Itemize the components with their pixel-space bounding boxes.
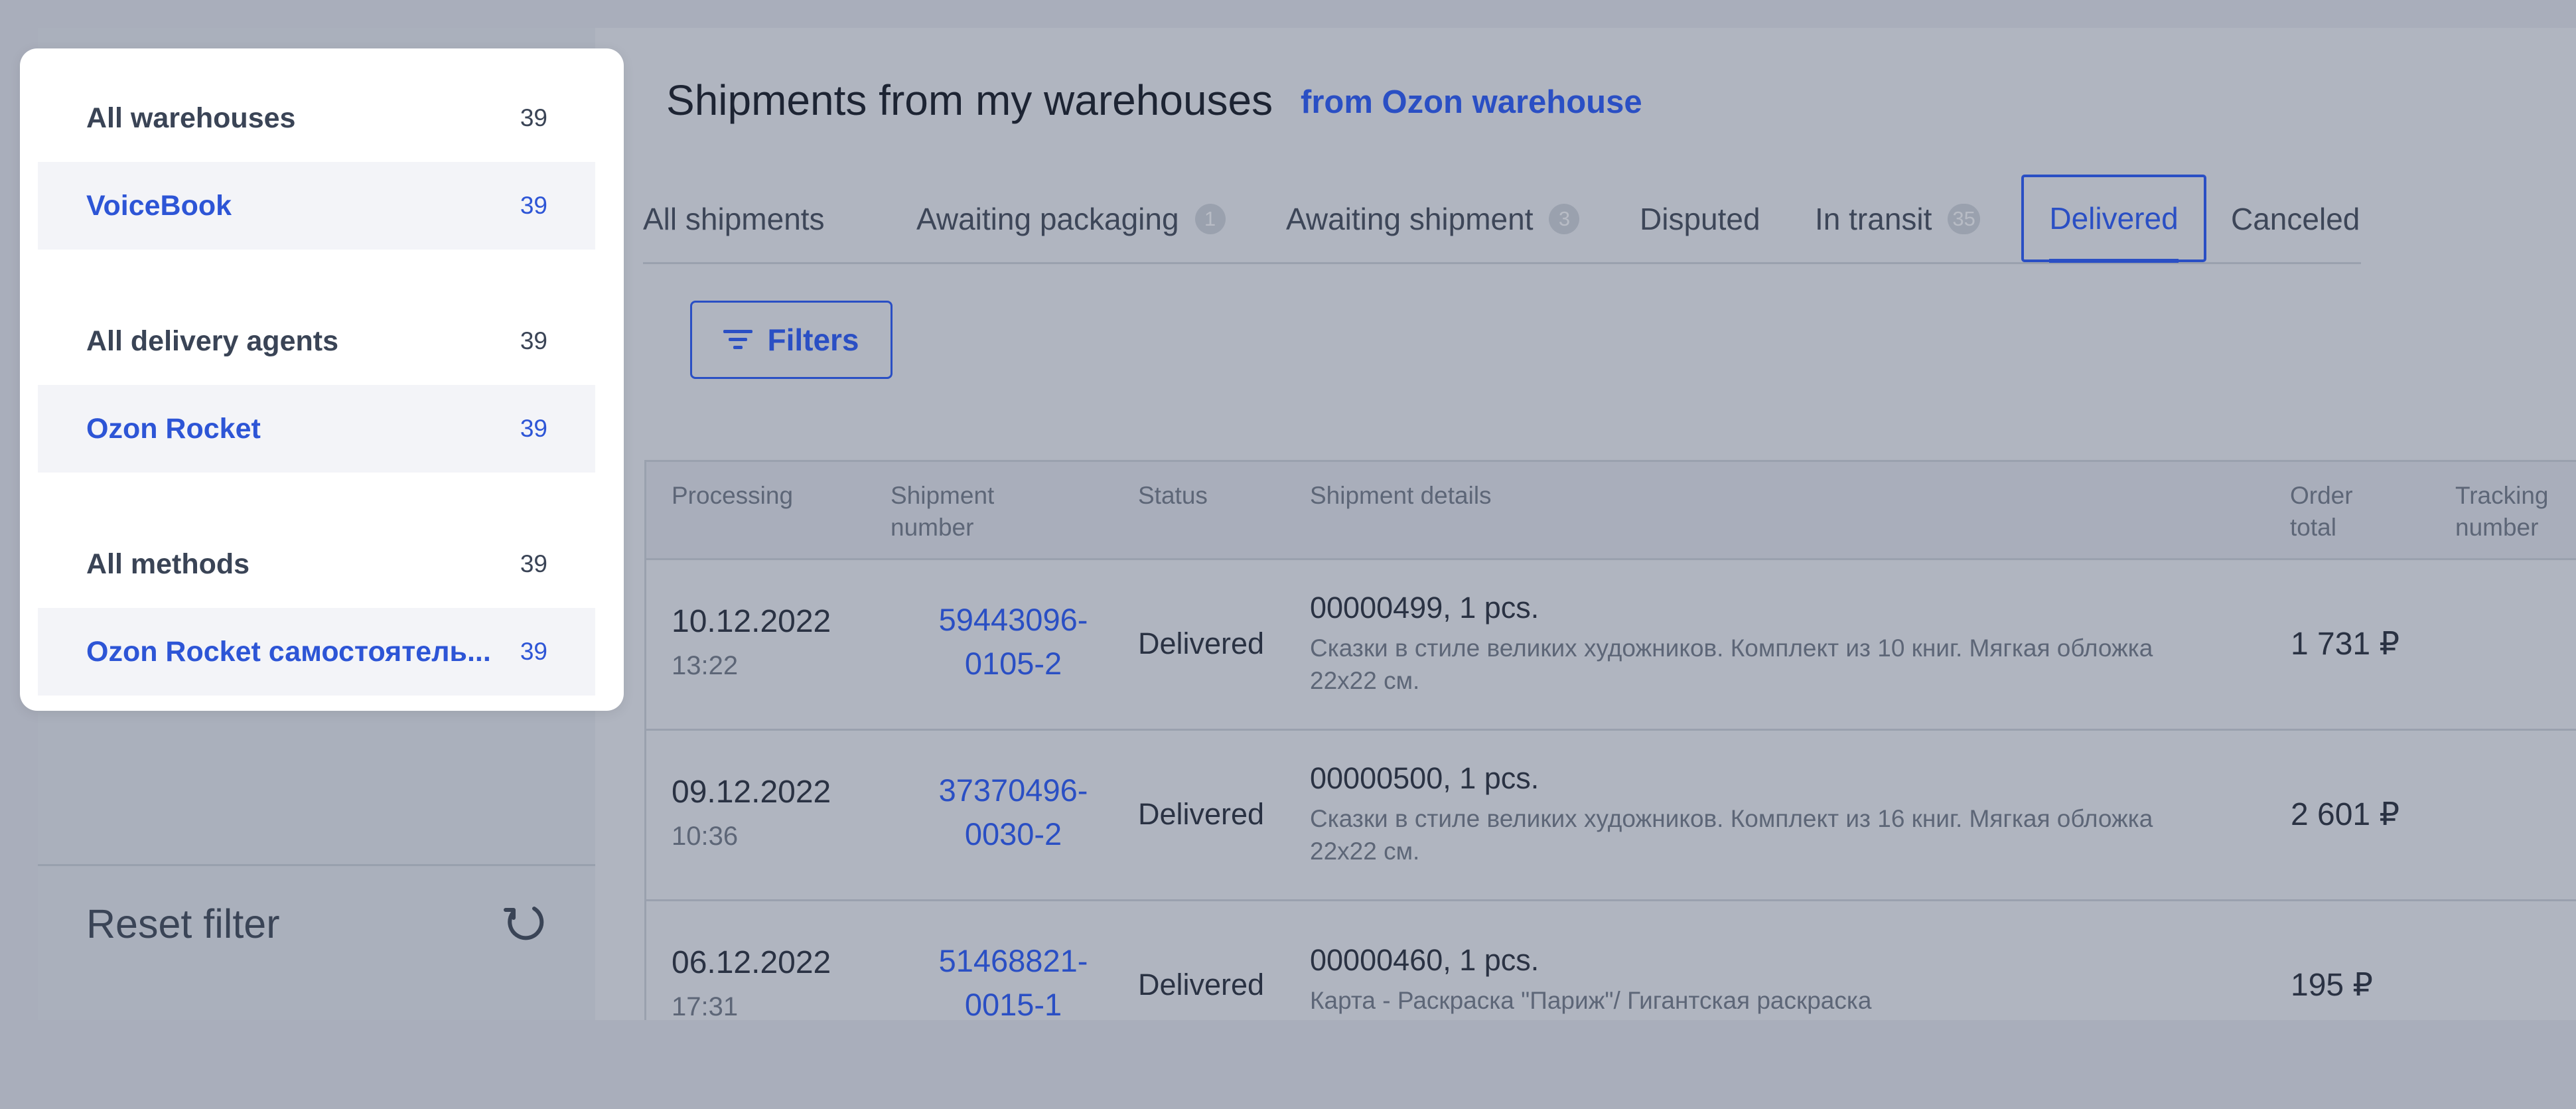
option-label: VoiceBook [86,189,232,222]
filters-button[interactable]: Filters [690,301,893,379]
status-text: Delivered [1138,968,1265,1001]
tab-delivered[interactable]: Delivered [2021,175,2206,263]
tab-all-shipments[interactable]: All shipments [643,176,825,262]
warehouse-filter-group: All warehouses 39 VoiceBook 39 [38,74,595,250]
tab-label: Disputed [1640,202,1760,236]
refresh-icon[interactable] [501,898,547,944]
column-header-tracking-number[interactable]: Tracking number [2455,480,2568,544]
processing-time: 13:22 [672,651,739,680]
option-count: 39 [520,550,547,577]
filter-lines-icon [723,330,753,349]
shipments-table: Processing Shipment number Status Shipme… [644,460,2576,1020]
tab-label: Awaiting shipment [1286,202,1534,236]
option-label: All warehouses [86,102,296,134]
count-badge: 35 [1948,204,1980,234]
detail-description: Сказки в стиле великих художников. Компл… [1310,805,2153,865]
option-count: 39 [520,638,547,665]
order-total: 1 731 ₽ [2291,627,2399,662]
table-row[interactable]: 06.12.2022 17:31 51468821-0015-1 Deliver… [646,901,2576,1020]
count-badge: 1 [1194,204,1226,234]
tab-in-transit[interactable]: In transit 35 [1815,176,1980,262]
filters-label: Filters [767,323,859,357]
shipment-number-link[interactable]: 37370496-0030-2 [930,769,1096,856]
filter-dropdown-card: All warehouses 39 VoiceBook 39 All deliv… [20,48,624,711]
option-count: 39 [520,415,547,442]
option-label: Ozon Rocket самостоятель... [86,635,491,668]
column-header-shipment-number[interactable]: Shipment number [891,480,1023,544]
option-count: 39 [520,104,547,131]
option-count: 39 [520,327,547,354]
shipment-number-link[interactable]: 59443096-0105-2 [930,598,1096,686]
bottom-strip [0,1020,2576,1109]
filter-option-ozon-rocket-self[interactable]: Ozon Rocket самостоятель... 39 [38,608,595,696]
status-text: Delivered [1138,797,1265,831]
ozon-warehouse-link[interactable]: from Ozon warehouse [1301,84,1642,121]
detail-description: Карта - Раскраска "Париж"/ Гигантская ра… [1310,987,1872,1014]
order-total: 195 ₽ [2291,968,2373,1003]
status-text: Delivered [1138,627,1265,660]
page-title: Shipments from my warehouses [666,76,1273,124]
processing-date: 06.12.2022 [672,945,831,980]
order-total: 2 601 ₽ [2291,797,2399,832]
table-row[interactable]: 09.12.2022 10:36 37370496-0030-2 Deliver… [646,731,2576,901]
column-header-shipment-details[interactable]: Shipment details [1310,480,1492,512]
filter-option-all-methods[interactable]: All methods 39 [38,520,595,608]
tab-label: Delivered [2049,201,2179,236]
count-badge: 3 [1549,204,1580,234]
detail-title: 00000499, 1 pcs. [1310,591,1539,625]
option-label: All delivery agents [86,325,338,357]
filter-option-ozon-rocket[interactable]: Ozon Rocket 39 [38,385,595,473]
column-header-processing[interactable]: Processing [672,480,793,512]
tab-awaiting-packaging[interactable]: Awaiting packaging 1 [916,176,1226,262]
detail-title: 00000500, 1 pcs. [1310,761,1539,795]
option-count: 39 [520,192,547,219]
processing-date: 10.12.2022 [672,604,831,639]
shipment-number-link[interactable]: 51468821-0015-1 [930,939,1096,1020]
status-tabs: All shipments Awaiting packaging 1 Await… [643,175,2361,264]
tab-label: Awaiting packaging [916,202,1179,236]
column-header-order-total[interactable]: Order total [2290,480,2383,544]
filter-option-all-warehouses[interactable]: All warehouses 39 [38,74,595,162]
option-label: Ozon Rocket [86,412,261,445]
filter-option-voicebook[interactable]: VoiceBook 39 [38,162,595,250]
filter-option-all-delivery-agents[interactable]: All delivery agents 39 [38,297,595,385]
divider [38,864,595,866]
processing-time: 10:36 [672,822,739,851]
method-filter-group: All methods 39 Ozon Rocket самостоятель.… [38,520,595,696]
tab-disputed[interactable]: Disputed [1640,176,1760,262]
tab-label: All shipments [643,202,825,236]
tab-awaiting-shipment[interactable]: Awaiting shipment 3 [1286,176,1580,262]
tab-label: In transit [1815,202,1932,236]
detail-title: 00000460, 1 pcs. [1310,943,1539,977]
tab-label: Canceled [2231,202,2360,236]
table-header: Processing Shipment number Status Shipme… [646,462,2576,560]
tab-canceled[interactable]: Canceled [2231,176,2360,262]
processing-time: 17:31 [672,992,739,1020]
processing-date: 09.12.2022 [672,775,831,810]
reset-filter-button[interactable]: Reset filter [86,901,280,947]
option-label: All methods [86,548,250,580]
column-header-status[interactable]: Status [1138,480,1208,512]
detail-description: Сказки в стиле великих художников. Компл… [1310,634,2153,694]
delivery-agent-filter-group: All delivery agents 39 Ozon Rocket 39 [38,297,595,473]
table-row[interactable]: 10.12.2022 13:22 59443096-0105-2 Deliver… [646,560,2576,731]
active-tab-underline [2049,259,2179,263]
